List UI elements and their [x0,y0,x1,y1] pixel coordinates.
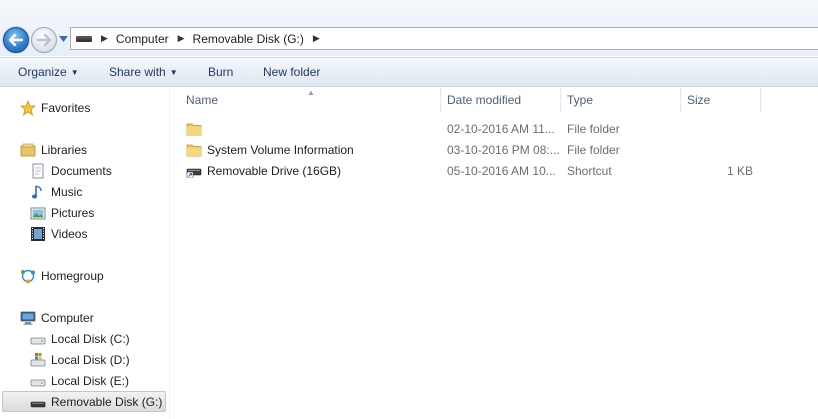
organize-button[interactable]: Organize ▼ [18,65,79,79]
nav-libraries-label: Libraries [41,142,88,157]
column-header-type[interactable]: Type [561,88,681,112]
nav-local-disk-c[interactable]: Local Disk (C:) [30,328,130,349]
nav-local-disk-c-label: Local Disk (C:) [51,331,130,346]
nav-videos[interactable]: Videos [30,223,87,244]
nav-homegroup-label: Homegroup [41,268,104,283]
organize-label: Organize [18,65,67,79]
hard-disk-icon [30,373,46,389]
hard-disk-icon [30,331,46,347]
shortcut-icon [186,168,202,178]
nav-music-label: Music [51,184,83,199]
nav-computer[interactable]: Computer [20,307,94,328]
star-icon [20,99,36,116]
breadcrumb-computer[interactable]: Computer [116,32,169,46]
nav-documents[interactable]: Documents [30,160,112,181]
nav-music[interactable]: Music [30,181,82,202]
file-date: 05-10-2016 AM 10... [447,164,556,178]
removable-disk-icon [30,394,46,410]
forward-arrow-icon [37,34,51,46]
new-folder-button[interactable]: New folder [263,65,320,79]
recent-pages-dropdown-icon[interactable] [59,36,68,42]
column-type-label: Type [567,93,594,107]
burn-label: Burn [208,65,234,79]
column-name-label: Name [186,93,219,107]
homegroup-icon [20,268,36,284]
nav-libraries[interactable]: Libraries [20,139,87,160]
nav-local-disk-e-label: Local Disk (E:) [51,373,130,388]
file-size: 1 KB [726,164,753,178]
file-list: Name ▲ Date modified Type Size 02-10-201… [170,88,818,419]
nav-local-disk-e[interactable]: Local Disk (E:) [30,370,129,391]
nav-documents-label: Documents [51,163,112,178]
nav-computer-label: Computer [41,310,94,325]
column-size-label: Size [687,93,711,107]
nav-pictures[interactable]: Pictures [30,202,94,223]
burn-button[interactable]: Burn [208,65,233,79]
column-header-date-modified[interactable]: Date modified [441,88,561,112]
file-type: File folder [567,143,620,157]
folder-icon [186,144,202,157]
chevron-down-icon: ▼ [70,68,79,77]
file-row[interactable]: System Volume Information 03-10-2016 PM … [184,140,784,160]
breadcrumb-removable-disk[interactable]: Removable Disk (G:) [193,32,304,46]
new-folder-label: New folder [263,65,321,79]
address-bar[interactable]: ▶ Computer ▶ Removable Disk (G:) ▶ [70,27,818,50]
share-with-label: Share with [109,65,166,79]
nav-local-disk-d[interactable]: Local Disk (D:) [30,349,130,370]
videos-icon [30,226,46,242]
libraries-icon [20,142,36,158]
file-row[interactable]: 02-10-2016 AM 11... File folder [184,119,784,139]
nav-removable-disk-g-label: Removable Disk (G:) [51,394,163,409]
back-button[interactable] [3,27,29,53]
chevron-right-icon[interactable]: ▶ [178,33,185,44]
documents-icon [30,163,46,179]
nav-favorites-label: Favorites [41,100,91,115]
music-icon [30,184,46,200]
nav-homegroup[interactable]: Homegroup [20,265,104,286]
chevron-right-icon[interactable]: ▶ [101,33,108,44]
command-bar: Organize ▼ Share with ▼ Burn New folder [0,57,818,87]
file-type: Shortcut [567,164,612,178]
folder-icon [186,123,202,136]
navigation-pane: Favorites Libraries Documents Music Pict… [0,88,169,419]
file-date: 02-10-2016 AM 11... [447,122,555,136]
file-row[interactable]: Removable Drive (16GB) 05-10-2016 AM 10.… [184,161,784,181]
file-name: System Volume Information [207,143,354,157]
file-date: 03-10-2016 PM 08:... [447,143,560,157]
nav-pictures-label: Pictures [51,205,95,220]
file-type: File folder [567,122,620,136]
column-header-size[interactable]: Size [681,88,761,112]
pictures-icon [30,205,46,221]
back-arrow-icon [9,34,23,46]
drive-icon [76,35,92,42]
nav-videos-label: Videos [51,226,88,241]
navigation-bar: ▶ Computer ▶ Removable Disk (G:) ▶ [0,0,818,56]
chevron-down-icon: ▼ [169,68,178,77]
nav-removable-disk-g[interactable]: Removable Disk (G:) [2,391,166,412]
share-with-button[interactable]: Share with ▼ [109,65,178,79]
sort-ascending-icon: ▲ [307,88,315,97]
computer-icon [20,310,36,326]
windows-disk-icon [30,352,46,368]
chevron-right-icon[interactable]: ▶ [313,33,320,44]
column-date-modified-label: Date modified [447,93,522,107]
nav-local-disk-d-label: Local Disk (D:) [51,352,130,367]
nav-favorites[interactable]: Favorites [20,97,90,118]
file-name: Removable Drive (16GB) [207,164,342,178]
forward-button[interactable] [31,27,57,53]
